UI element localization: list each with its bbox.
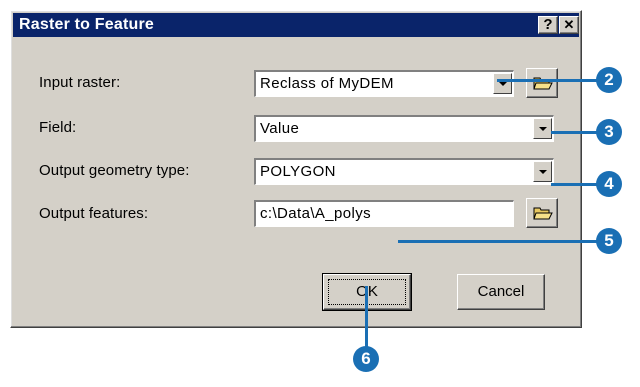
field-dropdown-button[interactable] xyxy=(533,118,552,139)
close-button[interactable]: ✕ xyxy=(559,16,579,34)
input-raster-browse-button[interactable] xyxy=(526,68,558,98)
raster-to-feature-dialog: Raster to Feature ? ✕ Input raster: Recl… xyxy=(10,10,582,328)
callout-2: 2 xyxy=(596,67,622,93)
input-raster-combo[interactable]: Reclass of MyDEM xyxy=(254,70,514,97)
callout-3: 3 xyxy=(596,119,622,145)
cancel-button-label: Cancel xyxy=(477,283,525,300)
callout-line-4 xyxy=(551,183,599,186)
input-raster-dropdown-button[interactable] xyxy=(493,73,512,94)
open-folder-icon xyxy=(533,207,553,220)
input-raster-value: Reclass of MyDEM xyxy=(260,75,394,92)
callout-line-2 xyxy=(497,79,599,82)
callout-6: 6 xyxy=(353,346,379,372)
callout-line-3 xyxy=(551,131,599,134)
output-features-label: Output features: xyxy=(39,205,149,222)
field-combo[interactable]: Value xyxy=(254,115,554,142)
geometry-type-value: POLYGON xyxy=(260,163,336,180)
dialog-title: Raster to Feature xyxy=(19,16,154,33)
callout-line-6 xyxy=(365,286,368,348)
output-features-value: c:\Data\A_polys xyxy=(260,205,372,222)
title-bar[interactable]: Raster to Feature ? ✕ xyxy=(13,13,579,37)
field-label: Field: xyxy=(39,119,77,136)
callout-5: 5 xyxy=(596,228,622,254)
cancel-button[interactable]: Cancel xyxy=(457,274,545,310)
geometry-type-dropdown-button[interactable] xyxy=(533,161,552,182)
field-value: Value xyxy=(260,120,300,137)
output-features-browse-button[interactable] xyxy=(526,198,558,228)
output-features-input[interactable]: c:\Data\A_polys xyxy=(254,200,514,227)
callout-line-5 xyxy=(398,240,599,243)
open-folder-icon xyxy=(533,77,553,90)
help-button[interactable]: ? xyxy=(538,16,558,34)
input-raster-label: Input raster: xyxy=(39,74,121,91)
geometry-type-label: Output geometry type: xyxy=(39,162,190,179)
callout-4: 4 xyxy=(596,171,622,197)
geometry-type-combo[interactable]: POLYGON xyxy=(254,158,554,185)
